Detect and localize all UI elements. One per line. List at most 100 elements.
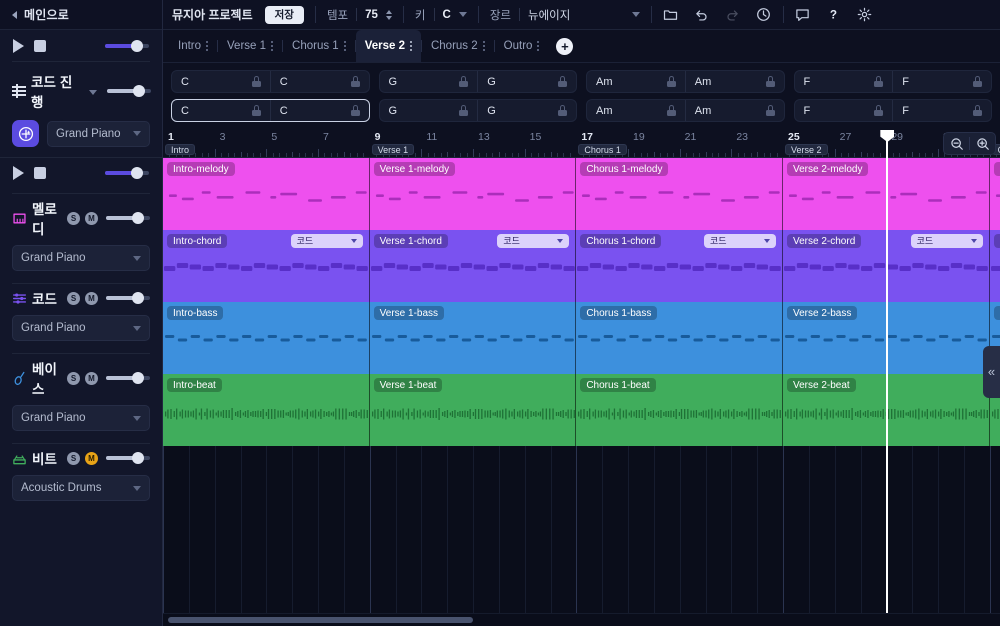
redo-icon[interactable] bbox=[725, 7, 741, 23]
clip-chord-selector[interactable]: 코드 bbox=[910, 233, 983, 248]
zoom-in-icon[interactable] bbox=[970, 133, 995, 154]
clip[interactable]: Verse 1-chord 코드 bbox=[369, 230, 577, 302]
lock-icon[interactable] bbox=[350, 76, 360, 87]
tracks-play-button[interactable] bbox=[13, 165, 24, 180]
section-menu-icon[interactable] bbox=[271, 41, 274, 51]
track-mute-button[interactable]: M bbox=[85, 291, 98, 305]
save-button[interactable]: 저장 bbox=[264, 5, 304, 24]
tempo-value[interactable]: 75 bbox=[365, 9, 378, 21]
genre-value[interactable]: 뉴에이지 bbox=[528, 7, 570, 23]
chevron-down-icon[interactable] bbox=[88, 89, 97, 95]
chord-group[interactable]: G G bbox=[378, 70, 577, 93]
track-instrument-select[interactable]: Acoustic Drums bbox=[12, 475, 150, 501]
chord-group[interactable]: F F bbox=[793, 99, 992, 122]
tracks-stop-button[interactable] bbox=[34, 166, 46, 179]
clip[interactable]: Chorus 1-chord 코드 bbox=[576, 230, 783, 302]
lock-icon[interactable] bbox=[666, 76, 676, 87]
chord-cell[interactable]: G bbox=[477, 100, 576, 121]
chord-group[interactable]: Am Am bbox=[586, 70, 785, 93]
chord-cell[interactable]: C bbox=[172, 71, 270, 92]
stop-button[interactable] bbox=[34, 39, 46, 52]
undo-icon[interactable] bbox=[694, 7, 710, 23]
clip-chord-selector[interactable]: 코드 bbox=[290, 233, 363, 248]
chord-cell[interactable]: G bbox=[380, 71, 478, 92]
track-instrument-select[interactable]: Grand Piano bbox=[12, 405, 150, 431]
section-menu-icon[interactable] bbox=[537, 41, 540, 51]
collapse-left-icon[interactable]: « bbox=[983, 345, 1000, 398]
track-solo-button[interactable]: S bbox=[67, 291, 80, 305]
chord-group[interactable]: C C bbox=[171, 70, 370, 93]
clip-chord-selector[interactable]: 코드 bbox=[497, 233, 570, 248]
clip[interactable]: Verse 1-beat bbox=[369, 374, 577, 446]
section-tab-verse-1[interactable]: Verse 1 bbox=[218, 30, 282, 62]
chord-cell[interactable]: C bbox=[172, 100, 270, 121]
section-marker[interactable]: Verse 2 bbox=[785, 144, 828, 155]
lock-icon[interactable] bbox=[558, 76, 567, 87]
play-button[interactable] bbox=[13, 38, 24, 53]
chord-cell[interactable]: C bbox=[269, 100, 369, 121]
master-volume-slider[interactable] bbox=[105, 166, 149, 180]
track-volume-slider[interactable] bbox=[106, 371, 150, 385]
lock-icon[interactable] bbox=[666, 105, 676, 116]
zoom-out-icon[interactable] bbox=[944, 133, 969, 154]
chord-cell[interactable]: Am bbox=[587, 71, 685, 92]
chord-group[interactable]: G G bbox=[378, 99, 577, 122]
track-mute-button[interactable]: M bbox=[85, 211, 98, 225]
track-volume-slider[interactable] bbox=[106, 451, 150, 465]
lock-icon[interactable] bbox=[251, 105, 261, 116]
clip[interactable]: Verse 2-beat bbox=[783, 374, 990, 446]
lock-icon[interactable] bbox=[765, 76, 775, 87]
lock-icon[interactable] bbox=[251, 76, 261, 87]
clip[interactable]: Intro-melody bbox=[163, 158, 370, 230]
chord-group[interactable]: Am Am bbox=[586, 99, 785, 122]
clip[interactable]: Chorus 2-melody bbox=[989, 158, 1000, 230]
chord-progression-instrument-select[interactable]: Grand Piano bbox=[47, 120, 150, 147]
clip-chord-selector[interactable]: 코드 bbox=[703, 233, 776, 248]
section-marker[interactable]: Verse 1 bbox=[371, 144, 415, 155]
chord-cell[interactable]: G bbox=[477, 71, 576, 92]
chord-cell[interactable]: F bbox=[795, 71, 893, 92]
chord-progression-volume-slider[interactable] bbox=[105, 39, 149, 53]
back-to-main-button[interactable]: 메인으로 bbox=[0, 0, 162, 30]
clip[interactable]: Chorus 1-bass bbox=[576, 302, 783, 374]
track-solo-button[interactable]: S bbox=[67, 451, 80, 465]
section-menu-icon[interactable] bbox=[409, 41, 412, 51]
chord-cell[interactable]: F bbox=[892, 71, 991, 92]
key-value[interactable]: C bbox=[443, 9, 451, 21]
chord-cell[interactable]: F bbox=[892, 100, 991, 121]
track-mute-button[interactable]: M bbox=[85, 451, 98, 465]
chord-cell[interactable]: Am bbox=[684, 100, 784, 121]
ai-generate-button[interactable] bbox=[12, 120, 39, 147]
track-instrument-select[interactable]: Grand Piano bbox=[12, 315, 150, 341]
clip[interactable]: Chorus 2-chord 코드 bbox=[989, 230, 1000, 302]
section-tab-chorus-1[interactable]: Chorus 1 bbox=[283, 30, 355, 62]
track-volume-slider[interactable] bbox=[106, 211, 150, 225]
add-section-button[interactable]: + bbox=[556, 37, 574, 55]
clip[interactable]: Chorus 1-beat bbox=[576, 374, 783, 446]
section-menu-icon[interactable] bbox=[343, 41, 346, 51]
track-instrument-select[interactable]: Grand Piano bbox=[12, 245, 150, 271]
history-icon[interactable] bbox=[756, 7, 772, 23]
chord-cell[interactable]: C bbox=[269, 71, 369, 92]
chevron-down-icon[interactable] bbox=[631, 12, 640, 17]
chat-icon[interactable] bbox=[795, 7, 811, 23]
timeline-ruler[interactable]: 135791113151719212325272931IntroVerse 1C… bbox=[163, 130, 1000, 158]
chord-group[interactable]: C C bbox=[171, 99, 370, 122]
section-menu-icon[interactable] bbox=[206, 41, 209, 51]
clip[interactable]: Verse 1-melody bbox=[369, 158, 577, 230]
clip[interactable]: Verse 2-chord 코드 bbox=[783, 230, 990, 302]
horizontal-scrollbar[interactable] bbox=[163, 613, 1000, 626]
chord-cell[interactable]: F bbox=[795, 100, 893, 121]
lock-icon[interactable] bbox=[459, 76, 469, 87]
clip[interactable]: Verse 1-bass bbox=[369, 302, 577, 374]
chord-progression-level-slider[interactable] bbox=[106, 84, 151, 98]
section-marker[interactable]: Intro bbox=[165, 144, 196, 155]
chord-cell[interactable]: Am bbox=[587, 100, 685, 121]
lock-icon[interactable] bbox=[765, 105, 775, 116]
section-tab-intro[interactable]: Intro bbox=[169, 30, 217, 62]
lock-icon[interactable] bbox=[459, 105, 469, 116]
chevron-down-icon[interactable] bbox=[458, 12, 467, 17]
lock-icon[interactable] bbox=[350, 105, 360, 116]
lock-icon[interactable] bbox=[973, 76, 982, 87]
scrollbar-thumb[interactable] bbox=[168, 617, 473, 623]
